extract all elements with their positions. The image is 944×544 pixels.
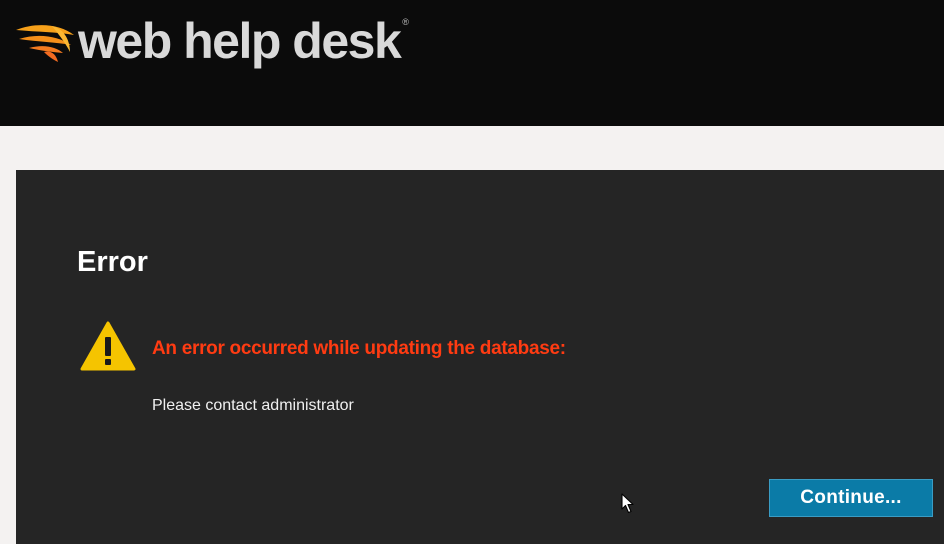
solarwinds-flame-icon — [16, 25, 74, 62]
error-title: Error — [77, 246, 148, 278]
logo-text: web help desk — [78, 13, 402, 69]
web-help-desk-logo[interactable]: web help desk ® — [14, 8, 409, 78]
continue-button[interactable]: Continue... — [769, 479, 933, 517]
error-message: An error occurred while updating the dat… — [152, 338, 566, 359]
warning-triangle-icon — [80, 321, 136, 371]
app-header: web help desk ® — [0, 0, 944, 126]
mouse-pointer-icon — [621, 493, 634, 514]
error-detail: Please contact administrator — [152, 397, 354, 414]
trademark-mark: ® — [402, 17, 409, 27]
header-separator — [0, 126, 944, 170]
error-panel: Error An error occurred while updating t… — [16, 170, 944, 544]
